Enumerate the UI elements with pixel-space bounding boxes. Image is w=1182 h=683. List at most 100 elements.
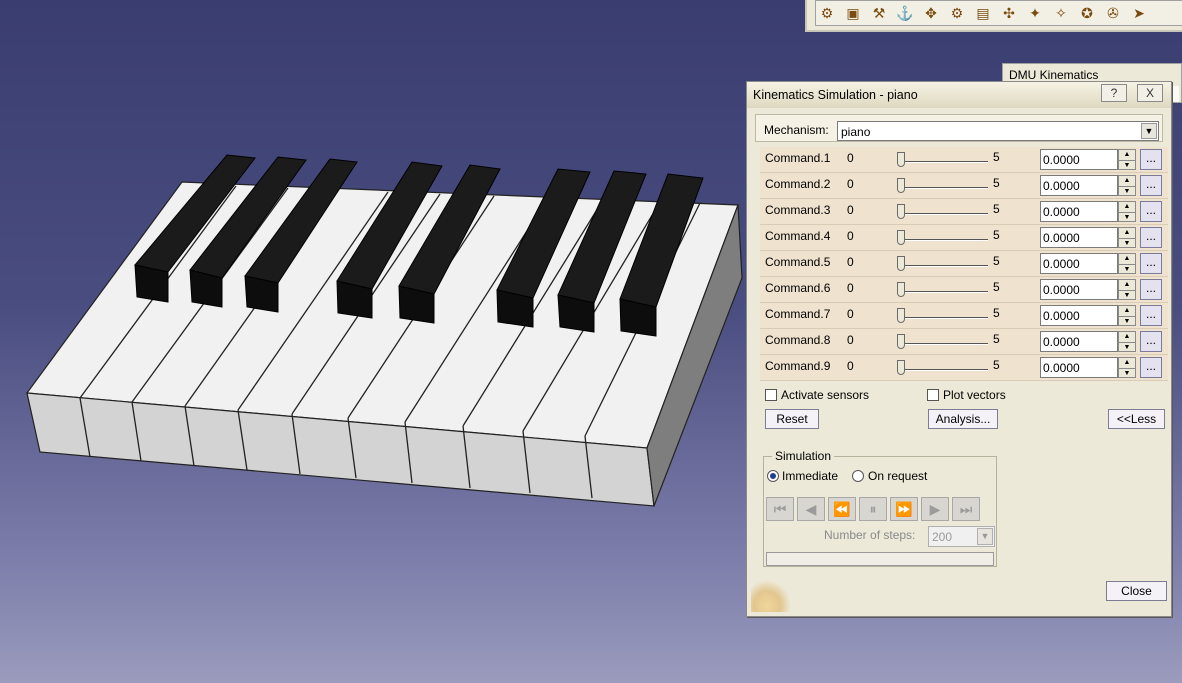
command-value-input[interactable]: 0.0000	[1040, 305, 1118, 326]
jump-to-end-icon[interactable]: ⏭	[952, 497, 980, 521]
command-more-button[interactable]: ...	[1140, 279, 1162, 300]
steps-select[interactable]: 200 ▼	[928, 526, 995, 547]
command-spinner[interactable]: ▲ ▼	[1118, 227, 1136, 248]
spin-up-icon[interactable]: ▲	[1119, 228, 1135, 238]
spin-up-icon[interactable]: ▲	[1119, 176, 1135, 186]
spin-up-icon[interactable]: ▲	[1119, 150, 1135, 160]
dialog-close-x-button[interactable]: X	[1137, 84, 1163, 102]
command-more-button[interactable]: ...	[1140, 227, 1162, 248]
command-slider-track[interactable]	[898, 187, 988, 189]
plot-vectors-checkbox[interactable]	[927, 389, 939, 401]
spin-down-icon[interactable]: ▼	[1119, 238, 1135, 248]
command-more-button[interactable]: ...	[1140, 357, 1162, 378]
step-forward-icon[interactable]: ⏩	[890, 497, 918, 521]
spin-up-icon[interactable]: ▲	[1119, 332, 1135, 342]
spin-down-icon[interactable]: ▼	[1119, 212, 1135, 222]
command-slider-thumb[interactable]	[897, 152, 905, 167]
command-spinner[interactable]: ▲ ▼	[1118, 201, 1136, 222]
clash-icon[interactable]: ✇	[1102, 2, 1124, 24]
command-slider-track[interactable]	[898, 369, 988, 371]
command-spinner[interactable]: ▲ ▼	[1118, 279, 1136, 300]
spin-up-icon[interactable]: ▲	[1119, 358, 1135, 368]
jump-to-start-icon[interactable]: ⏮	[766, 497, 794, 521]
command-min: 0	[847, 307, 854, 321]
command-more-button[interactable]: ...	[1140, 331, 1162, 352]
part-icon[interactable]: ▣	[842, 2, 864, 24]
command-value-input[interactable]: 0.0000	[1040, 253, 1118, 274]
command-more-button[interactable]: ...	[1140, 253, 1162, 274]
arrow-icon[interactable]: ➤	[1128, 2, 1150, 24]
snap-icon[interactable]: ⚓	[894, 2, 916, 24]
command-slider-thumb[interactable]	[897, 204, 905, 219]
command-spinner[interactable]: ▲ ▼	[1118, 305, 1136, 326]
command-value-input[interactable]: 0.0000	[1040, 175, 1118, 196]
command-more-button[interactable]: ...	[1140, 305, 1162, 326]
play-forward-icon[interactable]: ▶	[921, 497, 949, 521]
less-button[interactable]: <<Less	[1108, 409, 1165, 429]
reset-button[interactable]: Reset	[765, 409, 819, 429]
chevron-down-icon[interactable]: ▼	[1141, 123, 1157, 139]
command-slider-track[interactable]	[898, 343, 988, 345]
command-value-input[interactable]: 0.0000	[1040, 279, 1118, 300]
immediate-radio[interactable]	[767, 470, 779, 482]
command-slider-thumb[interactable]	[897, 256, 905, 271]
fix-icon[interactable]: ⚒	[868, 2, 890, 24]
command-slider-track[interactable]	[898, 213, 988, 215]
command-slider-thumb[interactable]	[897, 282, 905, 297]
close-button[interactable]: Close	[1106, 581, 1167, 601]
command-slider-thumb[interactable]	[897, 360, 905, 375]
command-more-button[interactable]: ...	[1140, 149, 1162, 170]
mechanism-select[interactable]: piano ▼	[837, 121, 1159, 141]
move-icon[interactable]: ✥	[920, 2, 942, 24]
spin-down-icon[interactable]: ▼	[1119, 264, 1135, 274]
sweep-icon[interactable]: ✪	[1076, 2, 1098, 24]
joint-icon[interactable]: ⚙	[946, 2, 968, 24]
step-backward-icon[interactable]: ⏪	[828, 497, 856, 521]
command-spinner[interactable]: ▲ ▼	[1118, 175, 1136, 196]
pause-icon[interactable]: ⏸	[859, 497, 887, 521]
spin-down-icon[interactable]: ▼	[1119, 160, 1135, 170]
simulation-icon[interactable]: ✦	[1024, 2, 1046, 24]
command-spinner[interactable]: ▲ ▼	[1118, 331, 1136, 352]
command-slider-track[interactable]	[898, 317, 988, 319]
command-more-button[interactable]: ...	[1140, 201, 1162, 222]
box-icon[interactable]: ▤	[972, 2, 994, 24]
command-value-input[interactable]: 0.0000	[1040, 331, 1118, 352]
command-value-input[interactable]: 0.0000	[1040, 201, 1118, 222]
command-spinner[interactable]: ▲ ▼	[1118, 357, 1136, 378]
dialog-titlebar[interactable]: Kinematics Simulation - piano ? X	[747, 82, 1171, 108]
spin-down-icon[interactable]: ▼	[1119, 342, 1135, 352]
activate-sensors-checkbox[interactable]	[765, 389, 777, 401]
assemble-icon[interactable]: ⚙	[816, 2, 838, 24]
sensor-icon[interactable]: ✧	[1050, 2, 1072, 24]
command-value-input[interactable]: 0.0000	[1040, 149, 1118, 170]
command-value-input[interactable]: 0.0000	[1040, 227, 1118, 248]
analysis-button[interactable]: Analysis...	[928, 409, 998, 429]
command-slider-thumb[interactable]	[897, 334, 905, 349]
command-value-input[interactable]: 0.0000	[1040, 357, 1118, 378]
command-slider-thumb[interactable]	[897, 230, 905, 245]
command-slider-track[interactable]	[898, 291, 988, 293]
spin-down-icon[interactable]: ▼	[1119, 316, 1135, 326]
spin-up-icon[interactable]: ▲	[1119, 254, 1135, 264]
spin-down-icon[interactable]: ▼	[1119, 186, 1135, 196]
command-spinner[interactable]: ▲ ▼	[1118, 149, 1136, 170]
spin-up-icon[interactable]: ▲	[1119, 280, 1135, 290]
immediate-label: Immediate	[782, 469, 839, 483]
command-spinner[interactable]: ▲ ▼	[1118, 253, 1136, 274]
spin-up-icon[interactable]: ▲	[1119, 306, 1135, 316]
help-button[interactable]: ?	[1101, 84, 1127, 102]
mechanism-icon[interactable]: ✣	[998, 2, 1020, 24]
command-slider-thumb[interactable]	[897, 178, 905, 193]
chevron-down-icon[interactable]: ▼	[977, 528, 993, 545]
on-request-radio[interactable]	[852, 470, 864, 482]
command-more-button[interactable]: ...	[1140, 175, 1162, 196]
play-backward-icon[interactable]: ◀	[797, 497, 825, 521]
command-slider-thumb[interactable]	[897, 308, 905, 323]
spin-down-icon[interactable]: ▼	[1119, 290, 1135, 300]
command-slider-track[interactable]	[898, 239, 988, 241]
command-slider-track[interactable]	[898, 161, 988, 163]
command-slider-track[interactable]	[898, 265, 988, 267]
spin-up-icon[interactable]: ▲	[1119, 202, 1135, 212]
spin-down-icon[interactable]: ▼	[1119, 368, 1135, 378]
